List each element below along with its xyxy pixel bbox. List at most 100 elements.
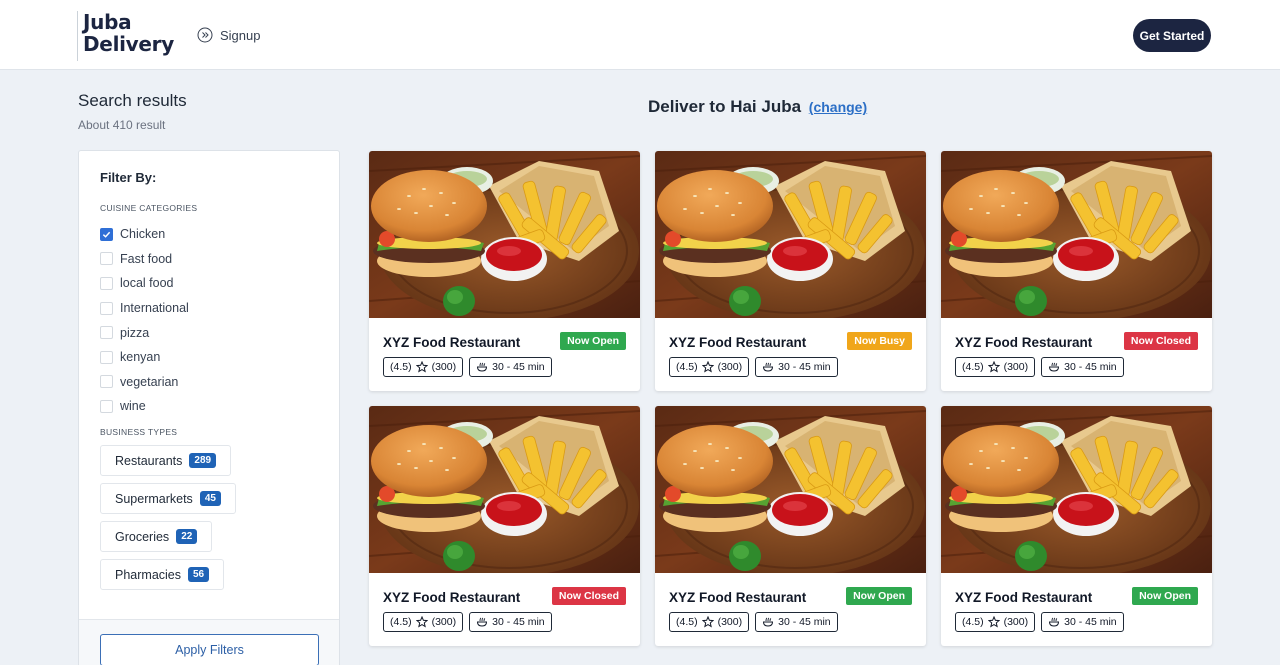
count-badge: 56	[188, 567, 210, 582]
checkbox[interactable]	[100, 375, 113, 389]
restaurant-name: XYZ Food Restaurant	[955, 590, 1093, 605]
rating-value: (4.5)	[390, 616, 412, 628]
star-icon	[987, 616, 1000, 628]
food-bowl-icon	[477, 362, 488, 372]
cuisine-option[interactable]: local food	[100, 271, 189, 296]
logo-line-2: Delivery	[83, 32, 174, 56]
review-count: (300)	[1003, 616, 1029, 628]
restaurant-meta: (4.5) (300) 30 - 45 min	[669, 357, 838, 377]
delivery-time-box: 30 - 45 min	[755, 357, 838, 377]
star-icon	[701, 616, 714, 628]
business-type-row: Pharmacies 56	[100, 559, 236, 597]
logo[interactable]: Juba Delivery	[77, 11, 174, 61]
business-type-label: Restaurants	[115, 453, 183, 468]
count-badge: 289	[189, 453, 217, 468]
rating-value: (4.5)	[962, 361, 984, 373]
food-bowl-icon	[1049, 362, 1060, 372]
business-type-label: Supermarkets	[115, 491, 193, 506]
review-count: (300)	[431, 361, 457, 373]
food-bowl-icon	[763, 617, 774, 627]
food-bowl-icon	[1049, 617, 1060, 627]
signup-label: Signup	[220, 27, 261, 43]
apply-filters-button[interactable]: Apply Filters	[100, 634, 319, 665]
count-badge: 22	[176, 529, 198, 544]
cuisine-option[interactable]: pizza	[100, 320, 189, 345]
delivery-time-box: 30 - 45 min	[1041, 357, 1124, 377]
food-image	[369, 151, 640, 318]
business-type-chip[interactable]: Supermarkets 45	[100, 483, 236, 514]
cuisine-option[interactable]: kenyan	[100, 345, 189, 370]
delivery-time-box: 30 - 45 min	[1041, 612, 1124, 632]
change-location-link[interactable]: (change)	[809, 99, 867, 115]
rating-value: (4.5)	[390, 361, 412, 373]
cuisine-option[interactable]: Chicken	[100, 222, 189, 247]
rating-box: (4.5) (300)	[383, 612, 464, 632]
review-count: (300)	[717, 616, 743, 628]
review-count: (300)	[717, 361, 743, 373]
delivery-time: 30 - 45 min	[1064, 616, 1117, 628]
rating-box: (4.5) (300)	[955, 612, 1036, 632]
get-started-button[interactable]: Get Started	[1133, 19, 1211, 52]
rating-value: (4.5)	[676, 361, 698, 373]
check-icon	[102, 231, 111, 238]
business-type-label: Pharmacies	[115, 567, 181, 582]
delivery-time: 30 - 45 min	[1064, 361, 1117, 373]
food-image	[941, 406, 1212, 573]
review-count: (300)	[1003, 361, 1029, 373]
delivery-time: 30 - 45 min	[492, 361, 545, 373]
signup-link[interactable]: Signup	[197, 27, 260, 43]
cuisine-label: vegetarian	[120, 374, 179, 389]
restaurant-card[interactable]: XYZ Food Restaurant Now Closed (4.5) (300) 3…	[941, 151, 1212, 391]
restaurant-card[interactable]: XYZ Food Restaurant Now Open (4.5) (300) 30 …	[369, 151, 640, 391]
checkbox[interactable]	[100, 252, 113, 266]
status-badge: Now Open	[846, 587, 912, 605]
star-icon	[701, 361, 714, 373]
restaurant-card[interactable]: XYZ Food Restaurant Now Open (4.5) (300) 30 …	[941, 406, 1212, 646]
search-results-title: Search results	[78, 91, 187, 110]
status-badge: Now Closed	[1123, 332, 1198, 350]
checkbox[interactable]	[100, 399, 113, 413]
business-types-list: Restaurants 289 Supermarkets 45 Groceries 22 P…	[100, 445, 236, 597]
cuisine-option[interactable]: wine	[100, 394, 189, 419]
delivery-time: 30 - 45 min	[492, 616, 545, 628]
checkbox[interactable]	[100, 326, 113, 340]
cuisine-option[interactable]: International	[100, 296, 189, 321]
food-image	[369, 406, 640, 573]
business-type-chip[interactable]: Restaurants 289	[100, 445, 232, 476]
deliver-location: Deliver to Hai Juba (change)	[648, 97, 867, 117]
cuisine-label: pizza	[120, 325, 150, 340]
forward-circle-icon	[197, 27, 213, 43]
star-icon	[415, 616, 428, 628]
business-type-chip[interactable]: Groceries 22	[100, 521, 213, 552]
checkbox[interactable]	[100, 301, 113, 315]
restaurant-card[interactable]: XYZ Food Restaurant Now Open (4.5) (300) 30 …	[655, 406, 926, 646]
business-type-chip[interactable]: Pharmacies 56	[100, 559, 225, 590]
restaurant-meta: (4.5) (300) 30 - 45 min	[383, 612, 552, 632]
restaurant-card[interactable]: XYZ Food Restaurant Now Closed (4.5) (300) 3…	[369, 406, 640, 646]
checkbox[interactable]	[100, 227, 113, 241]
top-header: Juba Delivery Signup Get Started	[0, 0, 1280, 70]
status-badge: Now Closed	[551, 587, 626, 605]
cuisine-label: Fast food	[120, 251, 173, 266]
checkbox[interactable]	[100, 350, 113, 364]
restaurant-meta: (4.5) (300) 30 - 45 min	[955, 357, 1124, 377]
restaurant-name: XYZ Food Restaurant	[383, 590, 521, 605]
restaurant-meta: (4.5) (300) 30 - 45 min	[955, 612, 1124, 632]
business-type-row: Groceries 22	[100, 521, 236, 559]
food-image	[941, 151, 1212, 318]
rating-value: (4.5)	[962, 616, 984, 628]
star-icon	[987, 361, 1000, 373]
status-badge: Now Busy	[847, 332, 912, 350]
cuisine-option[interactable]: Fast food	[100, 247, 189, 272]
review-count: (300)	[431, 616, 457, 628]
cuisine-option[interactable]: vegetarian	[100, 370, 189, 395]
rating-box: (4.5) (300)	[669, 612, 750, 632]
restaurant-card[interactable]: XYZ Food Restaurant Now Busy (4.5) (300) 30 …	[655, 151, 926, 391]
rating-box: (4.5) (300)	[955, 357, 1036, 377]
delivery-time-box: 30 - 45 min	[469, 357, 552, 377]
restaurant-name: XYZ Food Restaurant	[669, 590, 807, 605]
star-icon	[415, 361, 428, 373]
checkbox[interactable]	[100, 276, 113, 290]
food-image	[655, 406, 926, 573]
restaurant-name: XYZ Food Restaurant	[383, 335, 521, 350]
